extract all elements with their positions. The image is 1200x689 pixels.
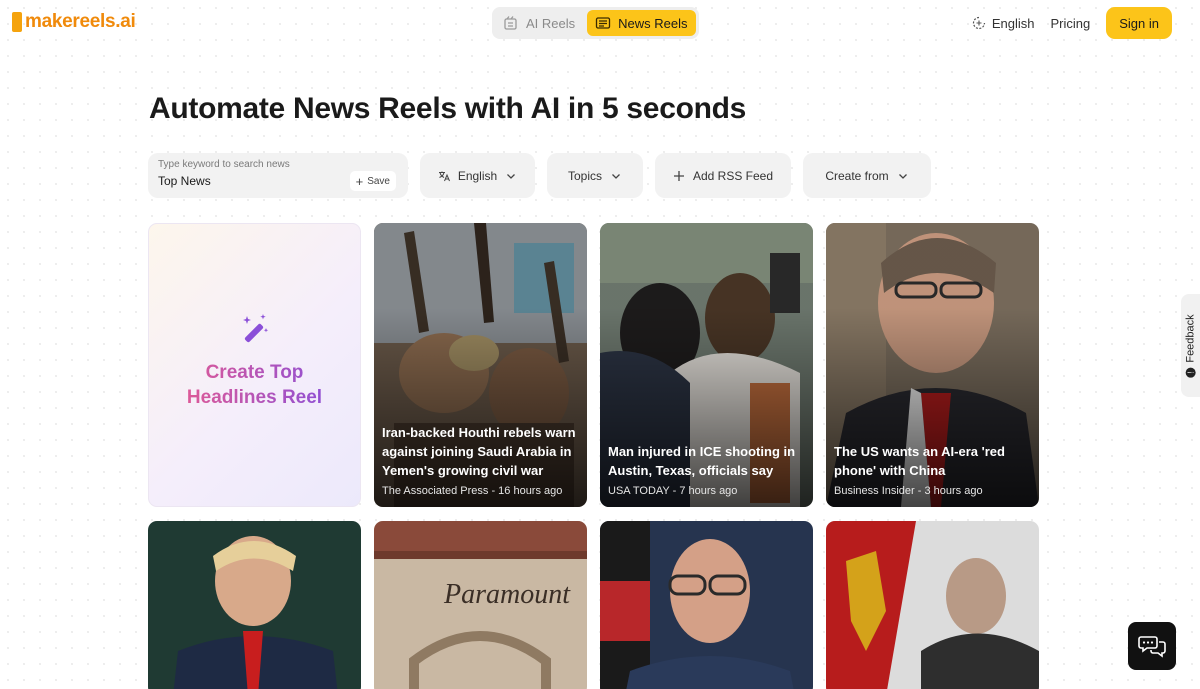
news-title: Man injured in ICE shooting in Austin, T… — [608, 444, 796, 478]
paramount-sign-text: Paramount — [443, 579, 571, 610]
create-from-label: Create from — [825, 168, 889, 183]
search-value: Top News — [158, 174, 211, 188]
logo-text: makereels.ai — [25, 11, 136, 32]
chat-support-button[interactable] — [1128, 622, 1176, 670]
create-top-headlines-card[interactable]: Create Top Headlines Reel — [148, 223, 361, 507]
news-card[interactable] — [148, 521, 361, 689]
logo[interactable]: makereels.ai — [12, 11, 136, 33]
plus-icon — [673, 170, 684, 181]
language-selector[interactable]: English — [972, 16, 1035, 31]
news-grid: Create Top Headlines Reel Iran-backed Ho… — [148, 223, 1039, 689]
news-meta: The Associated Press - 16 hours ago — [382, 485, 563, 497]
chevron-down-icon — [898, 173, 907, 179]
chevron-down-icon — [507, 173, 516, 179]
translate-icon — [438, 171, 450, 181]
create-from-dropdown[interactable]: Create from — [803, 153, 931, 198]
news-image — [826, 521, 1039, 689]
news-card[interactable]: Paramount — [374, 521, 587, 689]
news-image — [600, 521, 813, 689]
logo-mark-icon — [12, 12, 22, 32]
news-card[interactable]: The US wants an AI-era 'red phone' with … — [826, 223, 1039, 507]
plus-icon: + — [355, 173, 364, 189]
filter-bar: Type keyword to search news Top News + S… — [148, 153, 931, 198]
news-meta: Business Insider - 3 hours ago — [834, 485, 983, 497]
sign-in-button[interactable]: Sign in — [1106, 7, 1172, 39]
add-rss-label: Add RSS Feed — [692, 168, 774, 183]
news-card[interactable] — [826, 521, 1039, 689]
topics-dropdown[interactable]: Topics — [547, 153, 643, 198]
news-image — [148, 521, 361, 689]
newspaper-icon — [595, 17, 611, 29]
create-card-label: Create Top Headlines Reel — [175, 360, 335, 410]
news-card[interactable]: Man injured in ICE shooting in Austin, T… — [600, 223, 813, 507]
search-placeholder: Type keyword to search news — [158, 159, 290, 170]
news-title: Iran-backed Houthi rebels warn against j… — [382, 425, 576, 478]
magic-wand-icon — [242, 314, 268, 343]
chevron-down-icon — [612, 173, 620, 179]
feedback-label: Feedback — [1184, 313, 1197, 363]
language-dropdown[interactable]: English — [420, 153, 535, 198]
language-label: English — [991, 15, 1035, 31]
news-card[interactable] — [600, 521, 813, 689]
news-meta: USA TODAY - 7 hours ago — [608, 485, 738, 497]
add-rss-feed-button[interactable]: Add RSS Feed — [655, 153, 791, 198]
feedback-tab[interactable]: ! Feedback — [1181, 294, 1200, 397]
save-button[interactable]: + Save — [349, 171, 396, 191]
top-navbar: makereels.ai AI Reels News Reels English… — [0, 0, 1200, 46]
search-input[interactable]: Type keyword to search news Top News + S… — [148, 153, 408, 198]
pricing-link[interactable]: Pricing — [1051, 16, 1091, 31]
save-label: Save — [367, 175, 390, 187]
mode-switch: AI Reels News Reels — [492, 7, 699, 39]
globe-language-icon — [972, 16, 985, 30]
news-image: Paramount — [374, 521, 587, 689]
page-title: Automate News Reels with AI in 5 seconds — [149, 92, 747, 125]
film-icon — [504, 16, 517, 30]
news-title: The US wants an AI-era 'red phone' with … — [834, 444, 1005, 478]
chat-bubbles-icon — [1138, 636, 1166, 658]
tab-ai-reels-label: AI Reels — [526, 15, 576, 31]
news-card[interactable]: Iran-backed Houthi rebels warn against j… — [374, 223, 587, 507]
topics-label: Topics — [567, 168, 602, 183]
tab-news-reels-label: News Reels — [618, 15, 688, 31]
feedback-icon: ! — [1185, 367, 1196, 378]
language-dropdown-label: English — [457, 168, 498, 183]
tab-ai-reels[interactable]: AI Reels — [495, 10, 583, 36]
tab-news-reels[interactable]: News Reels — [587, 10, 696, 36]
